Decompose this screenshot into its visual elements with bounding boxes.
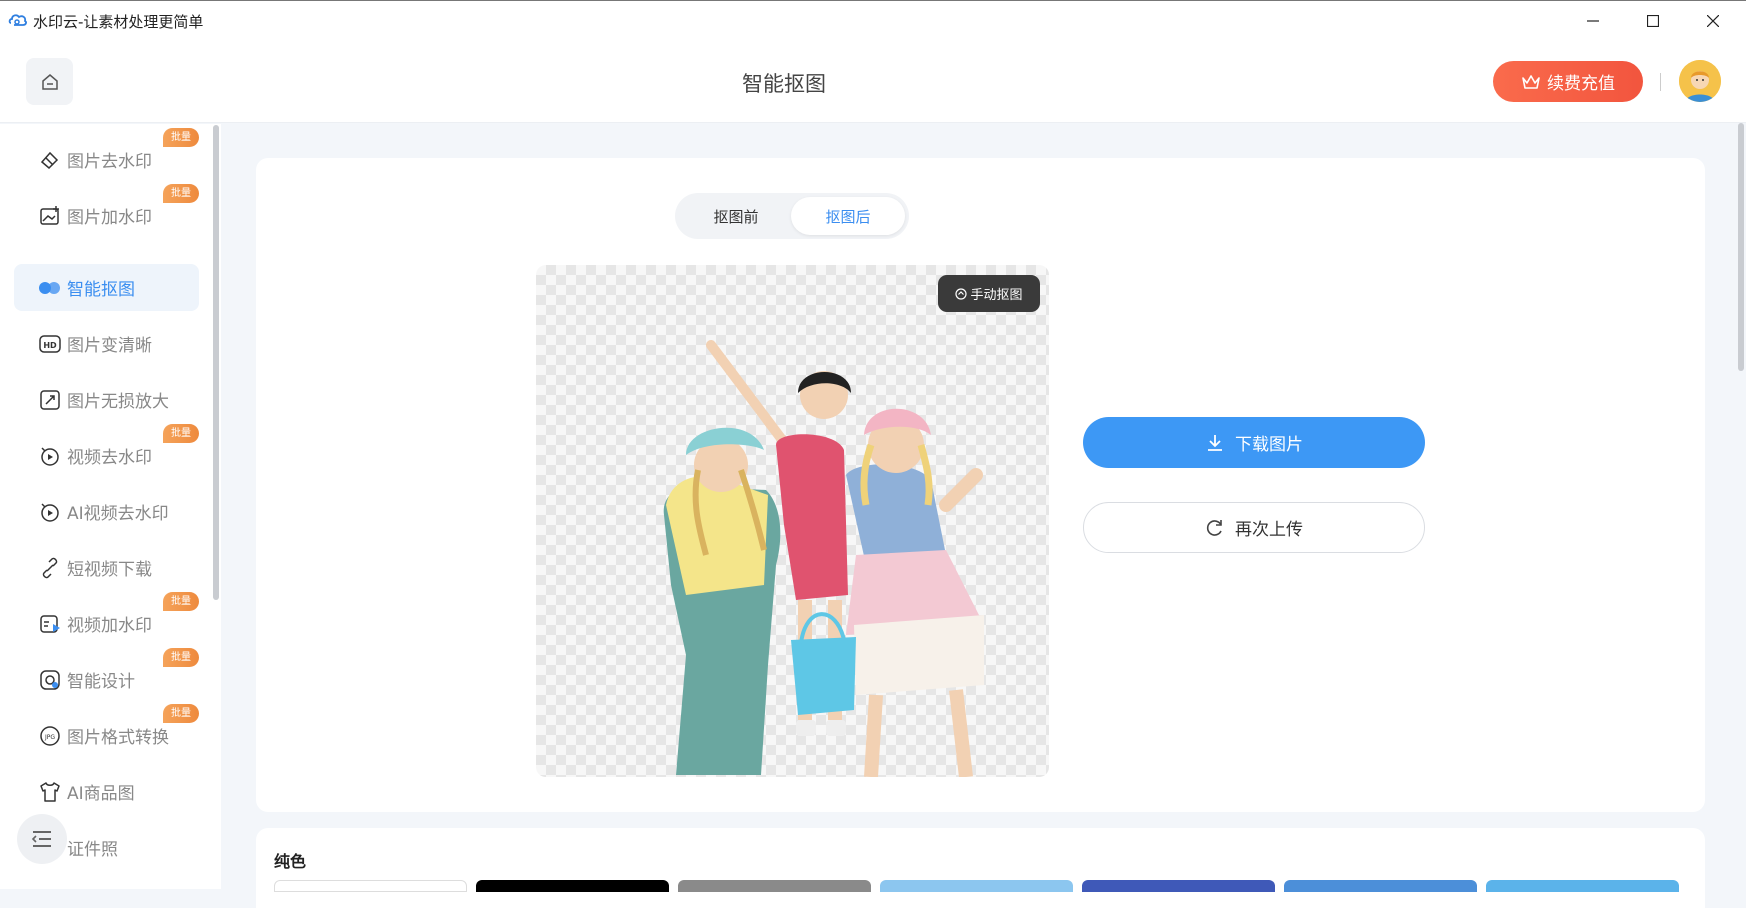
batch-badge: 批量 [163,424,199,443]
app-header: 智能抠图 续费充值 [0,40,1746,123]
video-add-icon [38,612,62,636]
color-swatch[interactable] [1284,880,1477,892]
minimize-icon [1587,20,1599,22]
sidebar-item-label: 视频加水印 [67,616,152,636]
sidebar-item-label: 智能抠图 [67,280,135,300]
title-bar: 水印云-让素材处理更简单 [0,0,1746,40]
reupload-button[interactable]: 再次上传 [1083,502,1425,553]
jpg-icon: JPG [38,724,62,748]
sidebar-item-short-video-download[interactable]: 短视频下载 [14,544,199,591]
sidebar-item-label: 视频去水印 [67,448,152,468]
ai-video-icon [38,500,62,524]
manual-cutout-label: 手动抠图 [970,288,1023,303]
sidebar-item-label: 图片加水印 [67,208,152,228]
page-title: 智能抠图 [742,72,826,96]
download-image-label: 下载图片 [1235,435,1303,455]
batch-badge: 批量 [163,648,199,667]
sidebar-item-label: 图片无损放大 [67,392,169,412]
sidebar-item-smart-design[interactable]: 智能设计 批量 [14,648,199,703]
sidebar-scrollbar[interactable] [213,125,219,600]
enlarge-icon [38,388,62,412]
sidebar-item-image-format-convert[interactable]: JPG 图片格式转换 批量 [14,704,199,759]
renew-recharge-button[interactable]: 续费充值 [1493,61,1643,102]
window-title: 水印云-让素材处理更简单 [33,13,204,31]
image-add-icon [38,204,62,228]
color-swatch[interactable] [274,880,467,892]
color-swatch[interactable] [880,880,1073,892]
tab-after-cutout[interactable]: 抠图后 [791,197,905,235]
sidebar-item-image-clarity[interactable]: HD 图片变清晰 [14,320,199,367]
close-button[interactable] [1693,5,1733,37]
before-after-toggle: 抠图前 抠图后 [675,193,909,239]
sidebar-item-label: AI视频去水印 [67,504,169,524]
sidebar-item-label: 图片格式转换 [67,728,169,748]
sidebar: 图片去水印 批量 图片加水印 批量 智能抠图 HD 图片变清晰 图片无损放大 视… [0,124,221,889]
batch-badge: 批量 [163,704,199,723]
download-icon [1208,434,1222,451]
sidebar-item-label: 图片去水印 [67,152,152,172]
cutout-preview [536,265,1049,777]
sidebar-item-label: AI商品图 [67,784,135,804]
sidebar-item-video-watermark-remove[interactable]: 视频去水印 批量 [14,424,199,479]
sidebar-item-label: 短视频下载 [67,560,152,580]
sidebar-item-label: 图片变清晰 [67,336,152,356]
download-image-button[interactable]: 下载图片 [1083,417,1425,468]
maximize-button[interactable] [1633,5,1673,37]
close-icon [1707,15,1719,27]
collapse-menu-button[interactable] [17,814,67,864]
hd-icon: HD [38,332,62,356]
reupload-label: 再次上传 [1235,520,1303,540]
manual-cutout-icon [955,287,968,300]
main-scrollbar[interactable] [1738,123,1744,371]
sidebar-item-video-watermark-add[interactable]: 视频加水印 批量 [14,592,199,647]
sidebar-item-image-watermark-remove[interactable]: 图片去水印 批量 [14,128,199,183]
app-logo-icon [8,14,27,26]
shirt-icon [38,780,62,804]
color-swatch[interactable] [1082,880,1275,892]
sidebar-item-ai-product-image[interactable]: AI商品图 [14,768,199,815]
cutout-icon [38,276,62,300]
svg-text:HD: HD [43,341,57,350]
minimize-button[interactable] [1573,5,1613,37]
manual-cutout-button[interactable]: 手动抠图 [938,275,1040,312]
renew-recharge-label: 续费充值 [1547,74,1615,94]
sidebar-item-label: 证件照 [67,840,118,860]
cutout-result-image [663,340,984,777]
crown-icon [1522,74,1540,89]
svg-text:JPG: JPG [44,734,55,741]
batch-badge: 批量 [163,128,199,147]
eraser-icon [38,148,62,172]
batch-badge: 批量 [163,184,199,203]
design-icon [38,668,62,692]
sidebar-item-image-watermark-add[interactable]: 图片加水印 批量 [14,184,199,239]
avatar[interactable] [1679,60,1721,102]
color-swatch[interactable] [678,880,871,892]
sidebar-item-label: 智能设计 [67,672,135,692]
color-swatch[interactable] [1486,880,1679,892]
avatar-image [1679,60,1721,102]
color-swatch[interactable] [476,880,669,892]
header-divider [1660,73,1661,91]
maximize-icon [1647,15,1659,27]
sidebar-item-ai-video-watermark-remove[interactable]: AI视频去水印 [14,488,199,535]
batch-badge: 批量 [163,592,199,611]
sidebar-item-smart-cutout[interactable]: 智能抠图 [14,264,199,311]
sidebar-item-lossless-enlarge[interactable]: 图片无损放大 [14,376,199,423]
video-eraser-icon [38,444,62,468]
link-icon [38,556,62,580]
solid-color-title: 纯色 [274,852,307,871]
menu-collapse-icon [31,831,51,847]
background-color-card [256,828,1705,908]
refresh-icon [1206,519,1222,536]
tab-before-cutout[interactable]: 抠图前 [679,197,793,235]
